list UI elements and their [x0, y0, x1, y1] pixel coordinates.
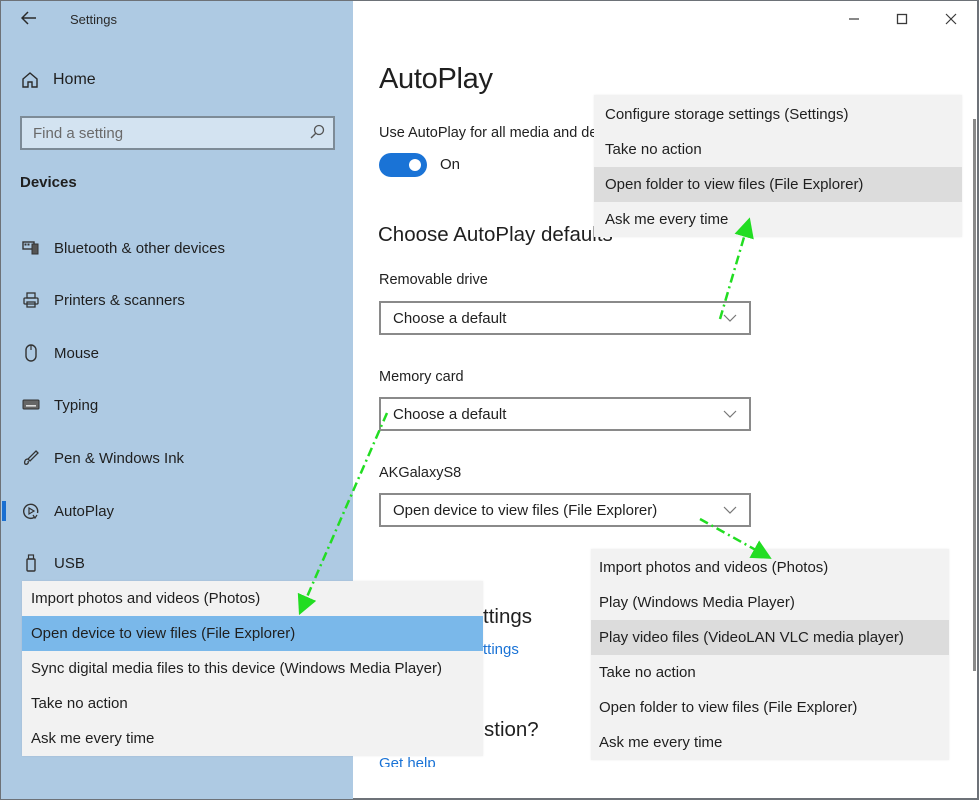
sidebar-item-label: Typing	[54, 396, 99, 414]
printer-icon	[21, 290, 41, 310]
page-title: AutoPlay	[379, 63, 493, 95]
dropdown-option[interactable]: Ask me every time	[591, 725, 949, 760]
dropdown-option[interactable]: Ask me every time	[22, 721, 483, 756]
keyboard-icon	[21, 395, 41, 415]
usb-icon	[21, 553, 41, 573]
home-icon	[22, 72, 38, 88]
minimize-button[interactable]	[844, 9, 864, 29]
sidebar-item-label: AutoPlay	[54, 502, 115, 520]
sidebar-item-label: Mouse	[54, 344, 100, 362]
search-box	[20, 116, 335, 150]
sidebar-item-printers[interactable]: Printers & scanners	[1, 280, 353, 320]
home-label: Home	[53, 71, 96, 88]
defaults-heading: Choose AutoPlay defaults	[378, 223, 613, 246]
sidebar-item-label: Printers & scanners	[54, 291, 185, 309]
sidebar-item-autoplay[interactable]: AutoPlay	[1, 491, 353, 531]
sidebar-item-label: USB	[54, 554, 85, 572]
mouse-icon	[21, 343, 41, 363]
dropdown-option[interactable]: Ask me every time	[594, 202, 962, 237]
select-value: Choose a default	[393, 309, 507, 327]
dropdown-option-hovered[interactable]: Play video files (VideoLAN VLC media pla…	[591, 620, 949, 655]
autoplay-toggle-label: Use AutoPlay for all media and devices	[379, 125, 631, 141]
memory-card-dropdown: Import photos and videos (Photos) Open d…	[22, 581, 483, 756]
app-title: Settings	[70, 12, 117, 27]
autoplay-icon	[21, 501, 41, 521]
phone-device-label: AKGalaxyS8	[379, 465, 462, 481]
back-button[interactable]	[19, 9, 39, 30]
sidebar-item-label: Pen & Windows Ink	[54, 449, 185, 467]
maximize-icon	[896, 13, 908, 25]
close-button[interactable]	[941, 9, 961, 29]
dropdown-option-selected[interactable]: Open device to view files (File Explorer…	[22, 616, 483, 651]
phone-device-select[interactable]: Open device to view files (File Explorer…	[379, 493, 751, 527]
close-icon	[945, 13, 957, 25]
active-indicator	[2, 501, 6, 521]
related-settings-heading: ttings	[483, 605, 532, 628]
dropdown-option[interactable]: Sync digital media files to this device …	[22, 651, 483, 686]
sidebar-item-label: Bluetooth & other devices	[54, 239, 225, 257]
sidebar-item-mouse[interactable]: Mouse	[1, 333, 353, 373]
chevron-down-icon	[723, 410, 737, 418]
dropdown-option[interactable]: Take no action	[591, 655, 949, 690]
section-heading-devices: Devices	[20, 174, 77, 191]
toggle-state-label: On	[440, 156, 461, 173]
dropdown-option[interactable]: Import photos and videos (Photos)	[22, 581, 483, 616]
sidebar-item-pen[interactable]: Pen & Windows Ink	[1, 438, 353, 478]
toggle-knob	[409, 159, 421, 171]
removable-drive-dropdown: Configure storage settings (Settings) Ta…	[594, 95, 962, 237]
search-input[interactable]	[22, 118, 292, 148]
question-heading: stion?	[484, 718, 539, 741]
sidebar-item-bluetooth[interactable]: Bluetooth & other devices	[1, 228, 353, 268]
removable-drive-select[interactable]: Choose a default	[379, 301, 751, 335]
pen-icon	[21, 448, 41, 468]
arrow-left-icon	[20, 11, 36, 25]
autoplay-toggle[interactable]	[379, 153, 427, 177]
dropdown-option[interactable]: Configure storage settings (Settings)	[594, 97, 962, 132]
phone-device-dropdown: Import photos and videos (Photos) Play (…	[591, 549, 949, 760]
sidebar-item-usb[interactable]: USB	[1, 543, 353, 583]
get-help-link[interactable]: Get help	[379, 755, 436, 767]
sidebar-home[interactable]: Home	[21, 71, 96, 89]
chevron-down-icon	[723, 314, 737, 322]
chevron-down-icon	[723, 506, 737, 514]
search-icon[interactable]	[309, 124, 325, 140]
minimize-icon	[849, 18, 859, 20]
maximize-button[interactable]	[892, 9, 912, 29]
scrollbar[interactable]	[973, 119, 976, 671]
dropdown-option[interactable]: Take no action	[22, 686, 483, 721]
select-value: Open device to view files (File Explorer…	[393, 501, 658, 519]
settings-window: Settings Home Devices Bluetooth & other …	[0, 0, 979, 800]
dropdown-option[interactable]: Open folder to view files (File Explorer…	[591, 690, 949, 725]
select-value: Choose a default	[393, 405, 507, 423]
bluetooth-devices-icon	[21, 238, 41, 258]
dropdown-option[interactable]: Play (Windows Media Player)	[591, 585, 949, 620]
related-settings-link[interactable]: ttings	[483, 641, 519, 658]
dropdown-option-hovered[interactable]: Open folder to view files (File Explorer…	[594, 167, 962, 202]
removable-drive-label: Removable drive	[379, 272, 488, 288]
sidebar-item-typing[interactable]: Typing	[1, 385, 353, 425]
memory-card-label: Memory card	[379, 369, 464, 385]
dropdown-option[interactable]: Import photos and videos (Photos)	[591, 550, 949, 585]
dropdown-option[interactable]: Take no action	[594, 132, 962, 167]
memory-card-select[interactable]: Choose a default	[379, 397, 751, 431]
